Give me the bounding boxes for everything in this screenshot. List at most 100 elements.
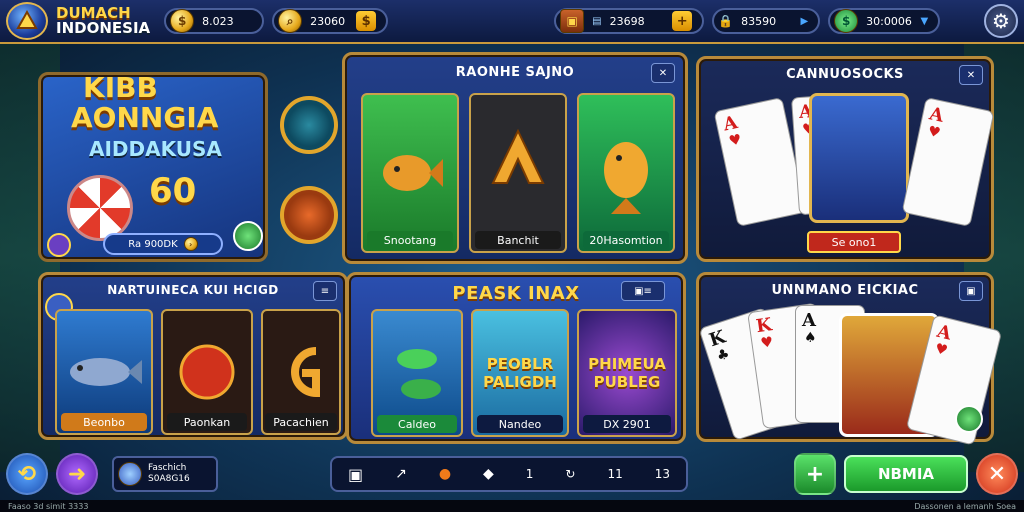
- gem-balance-value: 23060: [310, 14, 346, 28]
- promo-info-icon[interactable]: [47, 233, 71, 257]
- green-fish-icon: [397, 349, 441, 399]
- fish-bonus-icon[interactable]: [280, 186, 338, 244]
- red-emblem-icon: [179, 344, 235, 400]
- poker-card-suit-1: ♣: [714, 345, 732, 365]
- fish-tile-label-2: Paonkan: [167, 413, 247, 431]
- profile-text: Faschich S0A8G16: [148, 463, 190, 485]
- dock-fire-icon[interactable]: ●: [439, 466, 451, 482]
- golden-letter-icon: [491, 128, 545, 184]
- cards-panel-button[interactable]: Se ono1: [807, 231, 901, 253]
- slot-tile-letter[interactable]: [469, 93, 567, 253]
- golden-g-icon: [291, 347, 320, 398]
- footer-right: Dassonen a lemanh Soea: [914, 501, 1016, 511]
- cards-panel: CANNUOSOCKS ✕ A♥ A♥ A♥ Se ono1: [696, 56, 995, 262]
- dock-loop-icon[interactable]: ↻: [565, 467, 575, 481]
- dock-chest-icon[interactable]: ▣: [348, 465, 363, 484]
- profile-line-1: Faschich: [148, 463, 187, 474]
- peak-tile-art-2: PEOBLR PALIGDH: [483, 355, 557, 391]
- game-logo-text: DUMACH INDONESIA: [56, 6, 150, 36]
- promo-button[interactable]: Ra 900DK ›: [103, 233, 223, 255]
- lock-icon: 🔒: [718, 14, 734, 28]
- fish-tile-label-3: Pacachien: [265, 413, 337, 431]
- cards-panel-title: CANNUOSOCKS: [786, 67, 904, 82]
- footer-left: Faaso 3d simit 3333: [8, 501, 89, 511]
- card-suit-3: ♥: [926, 123, 942, 142]
- forward-arrow-icon[interactable]: ➜: [56, 453, 98, 495]
- promo-title-line-2: AONNGIA: [71, 101, 219, 134]
- poker-share-icon[interactable]: [955, 405, 983, 433]
- slot-tile-fish[interactable]: [361, 93, 459, 253]
- ticket-balance-value: 23698: [609, 14, 645, 28]
- promo-number: 60: [149, 171, 197, 211]
- game-logo-icon[interactable]: [6, 2, 48, 40]
- search-coin-icon: ⌕: [278, 9, 303, 33]
- promo-banner[interactable]: KIBB AONNGIA AIDDAKUSA 60 Ra 900DK ›: [38, 71, 268, 262]
- queen-card-art[interactable]: [809, 93, 909, 223]
- lifebuoy-icon: [67, 175, 133, 241]
- dock-item-1[interactable]: 1: [526, 467, 534, 481]
- promo-button-label: Ra 900DK: [128, 238, 178, 250]
- peak-panel-menu-button[interactable]: ▣≡: [621, 281, 665, 301]
- gem-balance[interactable]: ⌕ 23060 $: [272, 8, 389, 34]
- profile-card[interactable]: Faschich S0A8G16: [112, 456, 218, 492]
- promo-share-icon[interactable]: [233, 221, 263, 251]
- energy-balance[interactable]: 🔒 83590 ▶: [712, 8, 821, 34]
- add-gems-button[interactable]: $: [356, 11, 377, 31]
- bottom-bar: ⟲ ➜ Faschich S0A8G16 ▣ ↗ ● ◆ 1 ↻ 11 13 +…: [0, 448, 1024, 500]
- dragon-fish-icon: [604, 142, 648, 214]
- cash-icon: $: [834, 9, 859, 33]
- poker-panel-title: UNNMANO EICKIAC: [771, 283, 919, 298]
- dock-item-3[interactable]: 13: [655, 467, 670, 481]
- fish-panel-menu-button[interactable]: ≡: [313, 281, 337, 301]
- profile-avatar-icon: [118, 462, 142, 486]
- coin-balance-value: 8.023: [202, 14, 234, 28]
- profile-line-2: S0A8G16: [148, 474, 190, 484]
- playing-card-3: A ♥: [901, 97, 995, 227]
- close-icon[interactable]: ✕: [976, 453, 1018, 495]
- settings-gear-icon[interactable]: ⚙: [984, 4, 1018, 38]
- cash-balance[interactable]: $ 30:0006 ▼: [828, 8, 941, 34]
- treasure-chest-icon: ▣: [560, 9, 585, 33]
- cards-panel-close-button[interactable]: ✕: [959, 65, 983, 85]
- peak-tile-label-1: Caldeo: [377, 415, 457, 433]
- back-arrow-icon[interactable]: ⟲: [6, 453, 48, 495]
- add-tickets-button[interactable]: +: [672, 11, 693, 31]
- promo-button-coin-icon: ›: [183, 237, 198, 251]
- coin-balance[interactable]: $ 8.023: [164, 8, 265, 34]
- tuna-icon: [70, 358, 142, 386]
- card-suit-1: ♥: [727, 131, 744, 150]
- peak-tile-art-3: PHIMEUA PUBLEG: [588, 355, 666, 391]
- slots-panel-expand-button[interactable]: ✕: [651, 63, 675, 83]
- slot-tile-label-1: Snootang: [367, 231, 453, 249]
- ticket-icon: ▤: [592, 15, 602, 27]
- poker-panel: UNNMANO EICKIAC ▣ K ♣ K ♥ A ♠ A ♥: [696, 272, 1003, 446]
- peak-panel: PEASK INAX ▣≡ Caldeo PEOBLR PALIGDH Nand…: [346, 272, 686, 444]
- ticket-balance[interactable]: ▣ ▤ 23698 +: [554, 8, 705, 34]
- top-bar: DUMACH INDONESIA $ 8.023 ⌕ 23060 $ ▣ ▤ 2…: [0, 0, 1024, 44]
- action-button[interactable]: NBMIA: [844, 455, 968, 493]
- slot-tile-dragon[interactable]: [577, 93, 675, 253]
- poker-card-suit-3: ♠: [804, 330, 817, 346]
- slot-tile-label-2: Banchit: [475, 231, 561, 249]
- fish-tile-label-1: Beonbo: [61, 413, 147, 431]
- peak-tile-label-2: Nandeo: [477, 415, 563, 433]
- dock-arrow-icon[interactable]: ↗: [395, 466, 407, 482]
- peak-tile-label-3: DX 2901: [583, 415, 671, 433]
- compass-bonus-icon[interactable]: [280, 96, 338, 154]
- chevron-right-icon: ▶: [800, 15, 809, 27]
- coin-icon: $: [170, 9, 195, 33]
- poker-card-suit-4: ♥: [933, 340, 950, 360]
- slot-tile-label-3: 20Hasomtion: [583, 231, 669, 249]
- poker-panel-menu-button[interactable]: ▣: [959, 281, 983, 301]
- slots-panel: RAONHE SAJNO ✕ Snootang Banchit 20Hasomt…: [342, 52, 688, 264]
- cash-balance-value: 30:0006: [866, 14, 912, 28]
- dock: ▣ ↗ ● ◆ 1 ↻ 11 13: [330, 456, 688, 492]
- logo-line-2: INDONESIA: [56, 19, 151, 37]
- poker-card-rank-3: A: [802, 310, 816, 331]
- dock-shield-icon[interactable]: ◆: [483, 466, 494, 482]
- poker-card-suit-2: ♥: [759, 334, 775, 352]
- fish-panel: NARTUINECA KUI HCIGD ≡ Beonbo Paonkan Pa…: [38, 272, 348, 440]
- add-plus-icon[interactable]: +: [794, 453, 836, 495]
- dock-item-2[interactable]: 11: [607, 467, 622, 481]
- action-button-label: NBMIA: [877, 465, 935, 483]
